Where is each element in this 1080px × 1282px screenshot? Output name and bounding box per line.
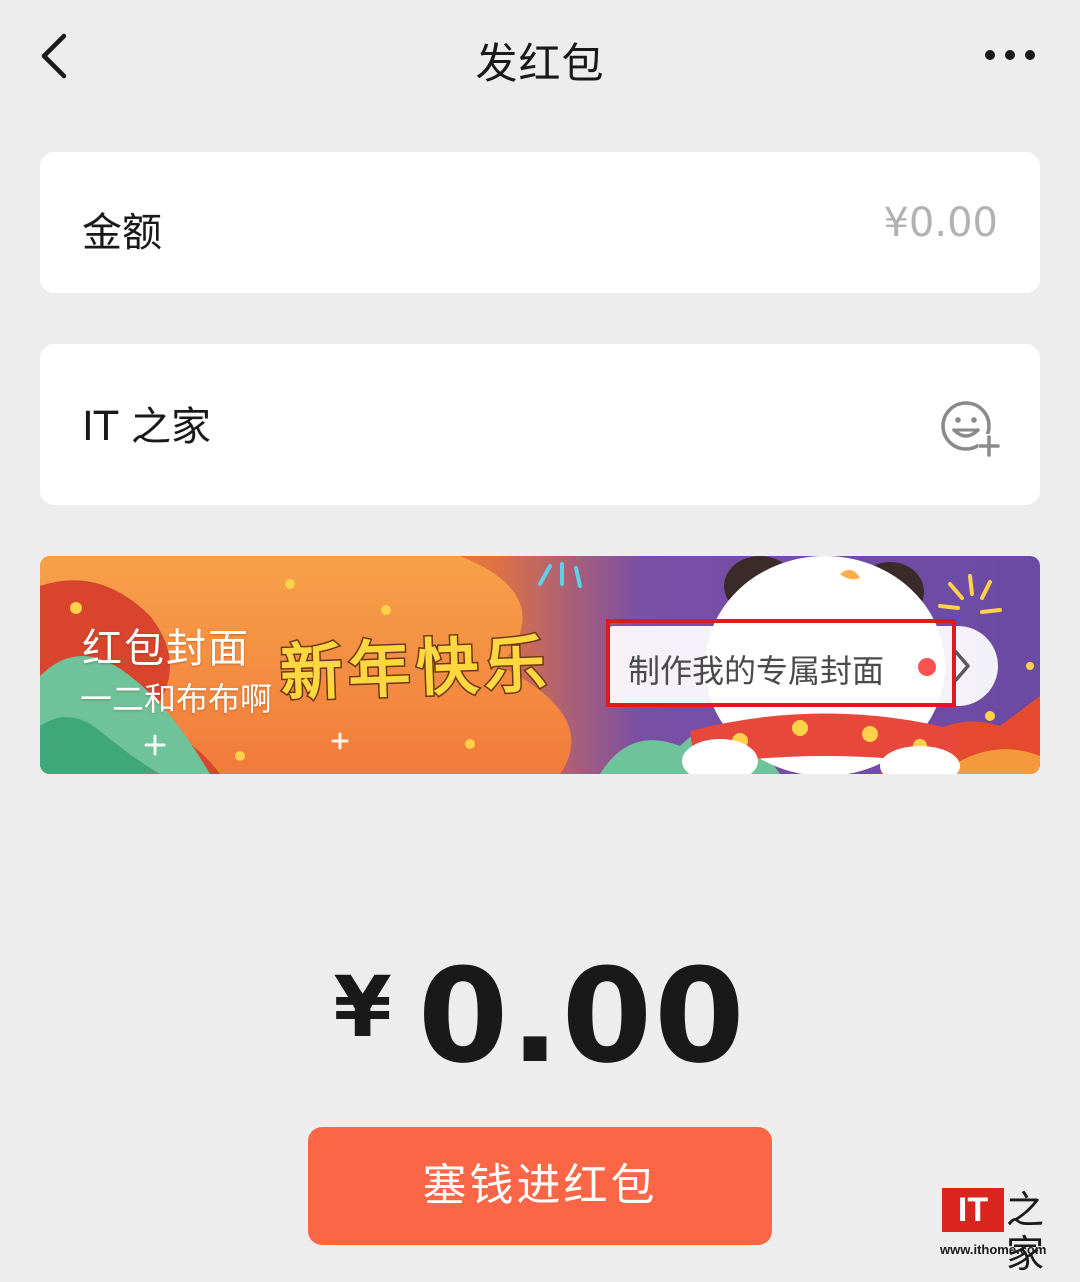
put-money-button[interactable]: 塞钱进红包: [308, 1127, 772, 1245]
nav-bar: 发红包: [0, 0, 1080, 112]
cover-author: 一二和布布啊: [80, 680, 273, 718]
amount-input[interactable]: ¥0.00: [798, 200, 998, 246]
watermark-logo: IT: [942, 1188, 1004, 1232]
smile-add-icon: [941, 401, 1000, 457]
greeting-input[interactable]: IT 之家: [82, 394, 211, 452]
page-title: 发红包: [475, 39, 605, 88]
cover-label: 红包封面: [82, 626, 250, 672]
ithome-watermark: IT 之家 www.ithome.com: [940, 1188, 1066, 1276]
new-badge-dot: [918, 658, 936, 676]
watermark-url: www.ithome.com: [940, 1242, 1047, 1257]
total-amount: ¥0.00: [0, 940, 1080, 1092]
amount-card[interactable]: 金额 ¥0.00: [40, 152, 1040, 293]
currency-symbol: ¥: [333, 958, 392, 1056]
amount-label: 金额: [82, 210, 162, 256]
chevron-right-icon: [954, 650, 970, 682]
watermark-glyph: 之家: [1006, 1188, 1045, 1276]
cover-banner[interactable]: 新年快乐 红包封面 一二和布布啊 制作我的专属封面: [40, 556, 1040, 774]
total-value: 0.00: [417, 940, 747, 1092]
make-custom-cover-label: 制作我的专属封面: [628, 652, 885, 690]
more-button[interactable]: [984, 40, 1036, 70]
make-custom-cover-button[interactable]: 制作我的专属封面: [606, 626, 998, 706]
ellipsis-icon: [985, 50, 1035, 60]
emoji-button[interactable]: [938, 398, 1002, 458]
cover-art-text: 新年快乐: [278, 626, 555, 711]
greeting-card[interactable]: IT 之家: [40, 344, 1040, 505]
